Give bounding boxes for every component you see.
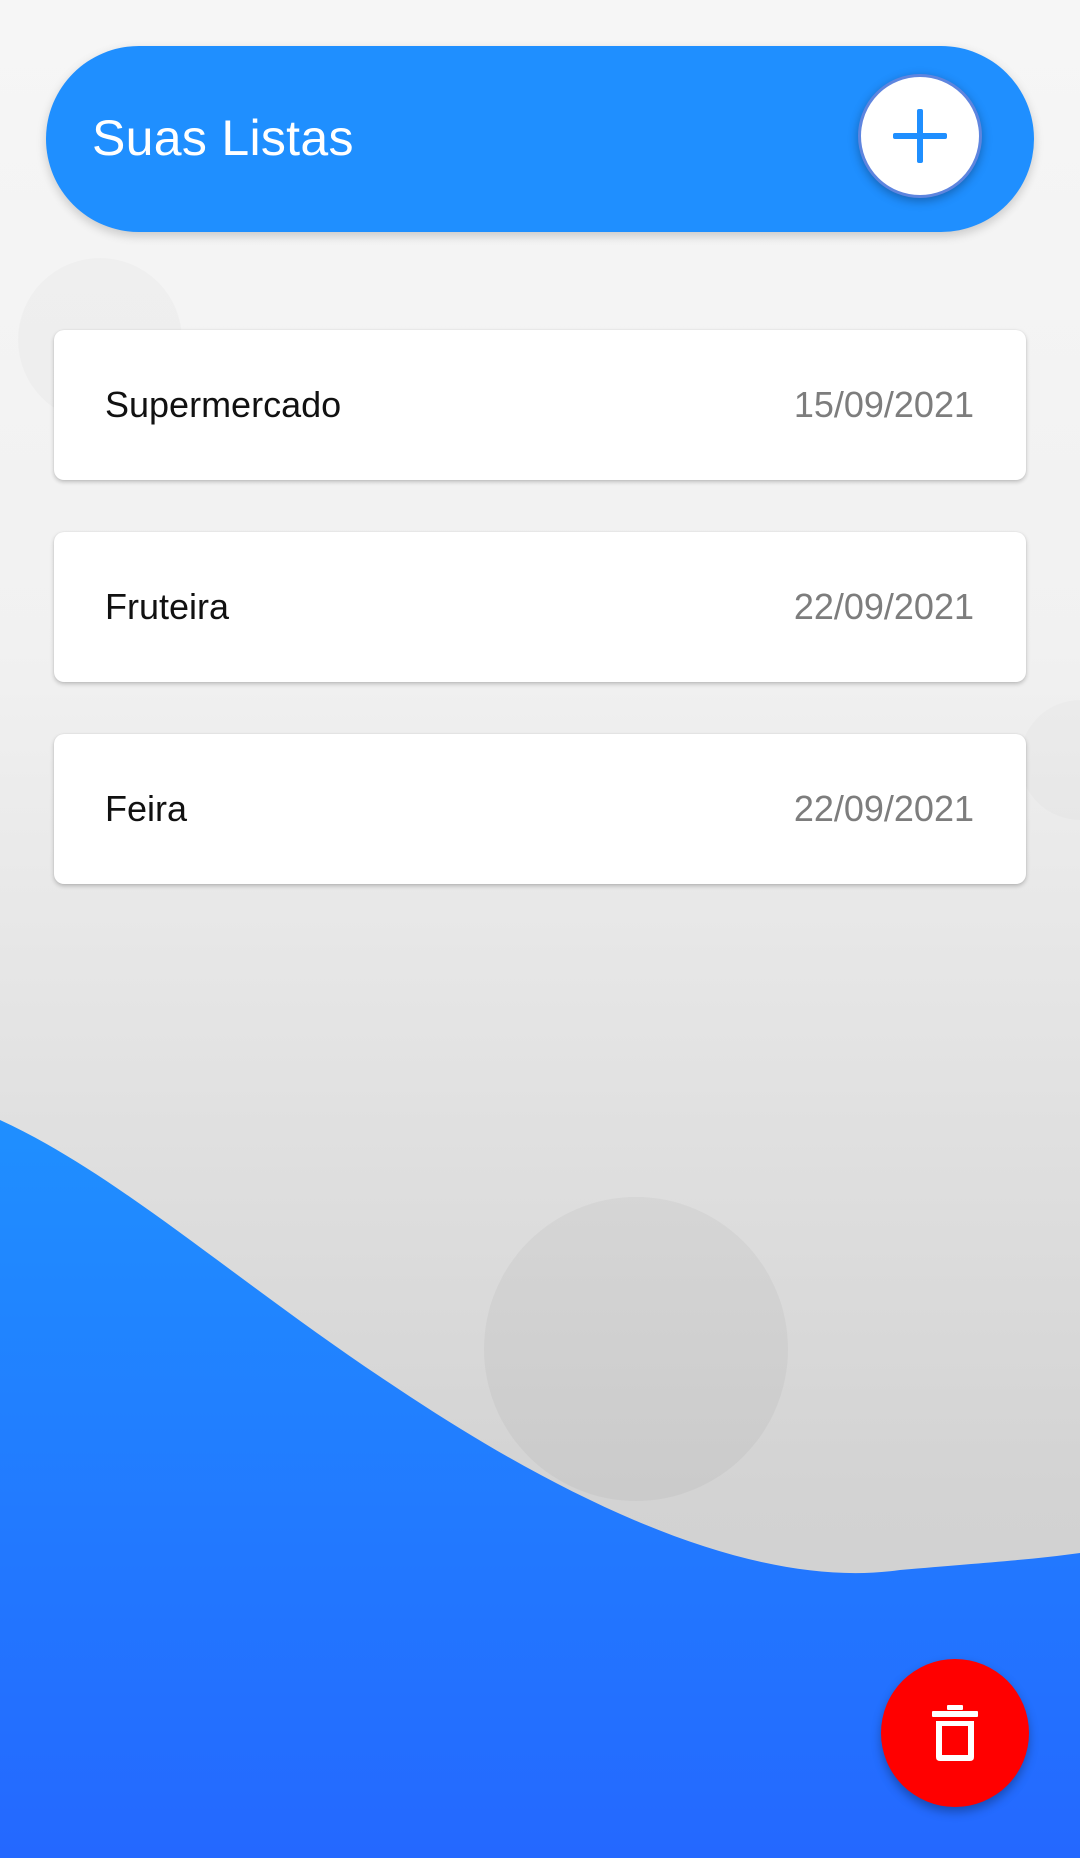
- delete-button[interactable]: [881, 1659, 1029, 1807]
- list-item[interactable]: Feira 22/09/2021: [54, 734, 1026, 884]
- list-name: Supermercado: [105, 384, 342, 425]
- list-date: 22/09/2021: [793, 788, 974, 829]
- list-name: Fruteira: [105, 586, 230, 627]
- plus-icon: [893, 109, 947, 163]
- list-name: Feira: [105, 788, 188, 829]
- trash-icon: [932, 1705, 978, 1761]
- shopping-lists: Supermercado 15/09/2021 Fruteira 22/09/2…: [54, 330, 1026, 936]
- list-item[interactable]: Fruteira 22/09/2021: [54, 532, 1026, 682]
- list-date: 22/09/2021: [793, 586, 974, 627]
- add-list-button[interactable]: [858, 74, 982, 198]
- decorative-circle: [484, 1197, 788, 1501]
- page-title: Suas Listas: [92, 110, 354, 166]
- list-item[interactable]: Supermercado 15/09/2021: [54, 330, 1026, 480]
- decorative-circle: [1020, 700, 1080, 820]
- app-header: Suas Listas: [46, 46, 1034, 232]
- list-date: 15/09/2021: [793, 384, 974, 425]
